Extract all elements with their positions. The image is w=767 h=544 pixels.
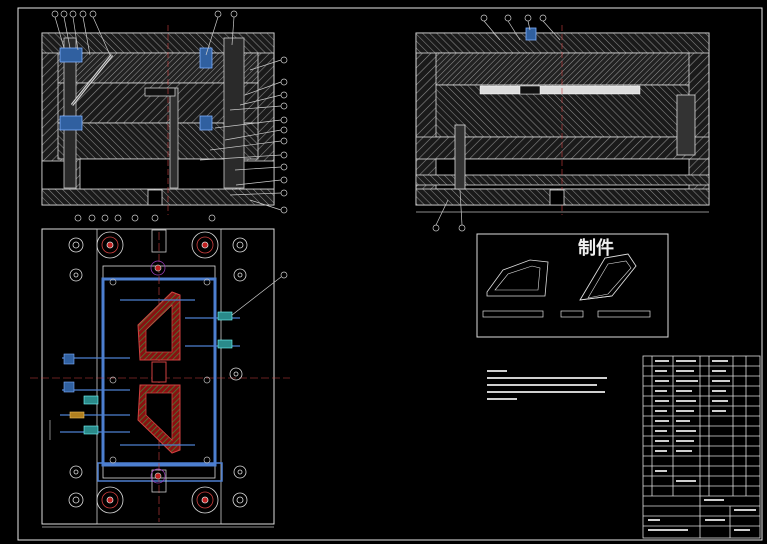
main-section-view bbox=[41, 25, 275, 215]
side-section-view bbox=[415, 25, 710, 215]
cad-drawing-canvas: 制件 bbox=[17, 7, 763, 541]
part-drawing-box: 制件 bbox=[476, 233, 669, 338]
cavity-parts bbox=[137, 291, 181, 454]
technical-notes bbox=[487, 370, 607, 400]
part-title: 制件 bbox=[578, 237, 614, 259]
